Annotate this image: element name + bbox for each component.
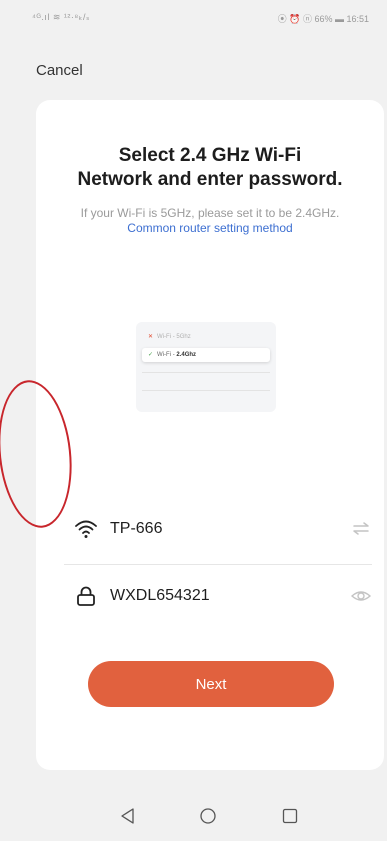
subtitle-text: If your Wi-Fi is 5GHz, please set it to …: [80, 206, 340, 220]
status-bar: ⁴ᴳ.ıl ≋ ¹²·⁸ₖ/ₛ ⦿ ⏰ ⓝ 66% ▬ 16:51: [0, 0, 387, 44]
ssid-value: TP-666: [110, 520, 163, 537]
system-navigation-bar: [0, 792, 387, 841]
ssid-field[interactable]: TP-666: [64, 505, 372, 555]
x-icon: ✕: [148, 334, 154, 340]
title-line-2: Network and enter password.: [77, 169, 343, 190]
illustration-row-5ghz: ✕ Wi-Fi - 5Ghz: [148, 334, 191, 340]
title-line-1: Select 2.4 GHz Wi-Fi: [118, 145, 302, 166]
home-circle-icon[interactable]: [198, 806, 218, 826]
router-setting-link[interactable]: Common router setting method: [127, 221, 292, 235]
wifi-illustration: ✕ Wi-Fi - 5Ghz ✓ Wi-Fi - 2.4Ghz: [136, 322, 276, 412]
status-system-indicators: ⦿ ⏰ ⓝ 66% ▬ 16:51: [277, 14, 369, 24]
lock-icon: [77, 586, 95, 606]
eye-icon[interactable]: [350, 585, 372, 607]
status-signal-indicators: ⁴ᴳ.ıl ≋ ¹²·⁸ₖ/ₛ: [32, 12, 90, 22]
wifi-setup-card: Select 2.4 GHz Wi-Fi Network and enter p…: [36, 100, 384, 770]
subtitle: If your Wi-Fi is 5GHz, please set it to …: [56, 206, 364, 236]
password-value: WXDL654321: [110, 587, 210, 604]
field-divider: [64, 564, 372, 565]
cancel-button[interactable]: Cancel: [36, 62, 83, 79]
switch-network-icon[interactable]: [350, 518, 372, 540]
illustration-row-placeholder: [142, 390, 270, 405]
page-title: Select 2.4 GHz Wi-Fi Network and enter p…: [36, 144, 384, 192]
next-button[interactable]: Next: [88, 661, 334, 707]
illustration-row-24ghz: ✓ Wi-Fi - 2.4Ghz: [142, 348, 270, 362]
illustration-row-placeholder: [142, 372, 270, 387]
wifi-icon: [75, 520, 97, 538]
check-icon: ✓: [148, 352, 154, 358]
recents-square-icon[interactable]: [280, 806, 300, 826]
password-field[interactable]: WXDL654321: [64, 572, 372, 622]
back-triangle-icon[interactable]: [118, 806, 138, 826]
